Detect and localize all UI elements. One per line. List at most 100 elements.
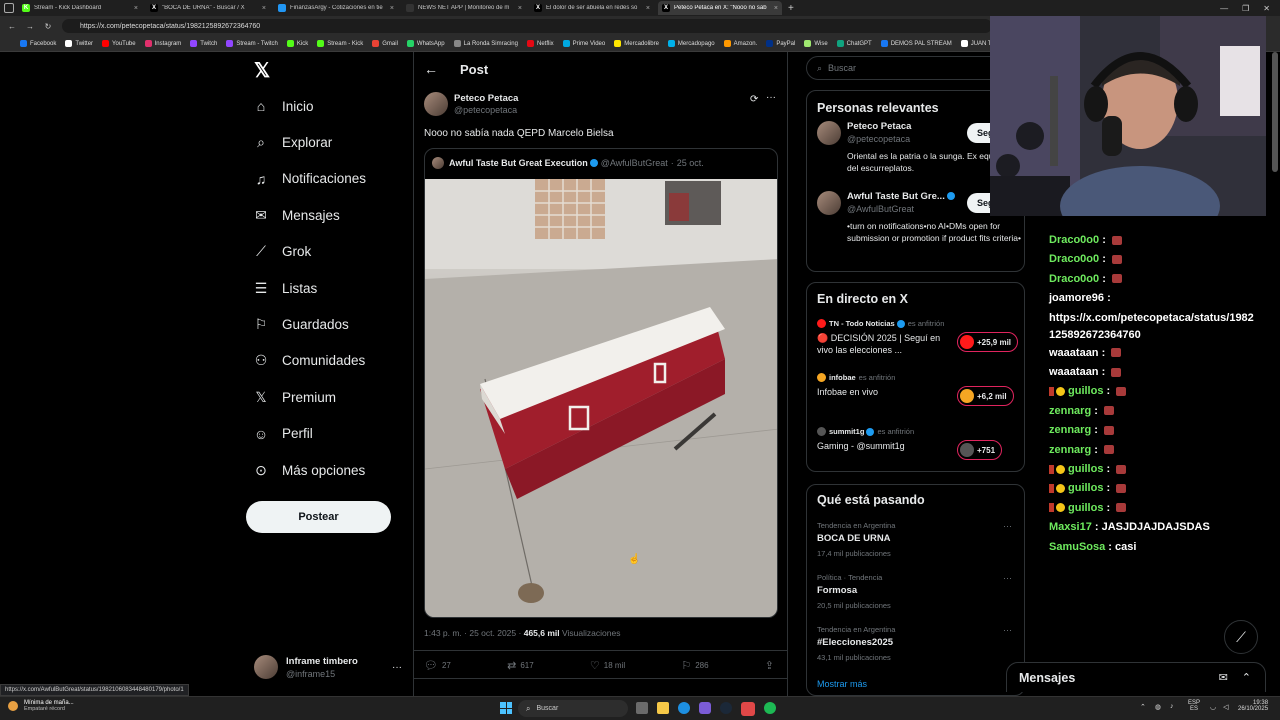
nav-item-premium[interactable]: 𝕏 Premium <box>254 385 336 409</box>
chat-username[interactable]: guillos <box>1068 482 1103 494</box>
back-icon[interactable]: ← <box>6 22 18 31</box>
chat-username[interactable]: waaataan <box>1049 366 1099 378</box>
new-tab-icon[interactable]: + <box>788 3 794 14</box>
more-icon[interactable]: ··· <box>1003 521 1012 531</box>
grok-icon[interactable]: ⟋ <box>1224 620 1258 654</box>
chat-username[interactable]: SamuSosa <box>1049 541 1105 553</box>
post-author[interactable]: Peteco Petaca @petecopetaca <box>424 92 518 116</box>
nav-item-grok[interactable]: ⟋ Grok <box>254 240 311 264</box>
bookmark-item[interactable]: YouTube <box>102 40 136 47</box>
author-avatar[interactable] <box>424 92 448 116</box>
account-switcher[interactable]: Inframe timbero @inframe15 ··· <box>254 652 414 682</box>
back-arrow-icon[interactable]: ← <box>424 61 438 77</box>
nav-item-explorar[interactable]: ⌕ Explorar <box>254 130 332 154</box>
chat-username[interactable]: guillos <box>1068 502 1103 514</box>
nav-item-inicio[interactable]: ⌂ Inicio <box>254 94 314 118</box>
share-button[interactable]: ⇪ <box>765 659 778 672</box>
taskbar-search[interactable]: ⌕ Buscar <box>518 700 628 717</box>
scrollbar[interactable] <box>1272 52 1278 172</box>
file-explorer-icon[interactable] <box>657 702 669 714</box>
messages-drawer[interactable]: Mensajes ✉ ⌃ <box>1006 662 1266 692</box>
task-view-icon[interactable] <box>636 702 648 714</box>
more-icon[interactable]: ··· <box>1003 625 1012 635</box>
bookmark-item[interactable]: Mercadopago <box>667 40 715 47</box>
browser-tab[interactable]: NEWS NET APP | Monitoreo de m × <box>402 1 526 15</box>
grok-icon[interactable]: ⟳ <box>750 94 758 105</box>
live-listener-count[interactable]: +25,9 mil <box>957 332 1019 352</box>
nav-item-mas-opciones[interactable]: ⊙ Más opciones <box>254 458 365 482</box>
reply-button[interactable]: 💬︎ 27 <box>424 659 451 672</box>
chat-username[interactable]: zennarg <box>1049 444 1091 456</box>
discord-icon[interactable] <box>699 702 711 714</box>
live-listener-count[interactable]: +751 <box>957 440 1003 460</box>
weather-widget[interactable]: Mínima de maña... Empataré récord <box>8 700 74 712</box>
author-handle[interactable]: @petecopetaca <box>454 105 518 115</box>
live-listener-count[interactable]: +6,2 mil <box>957 386 1014 406</box>
live-item[interactable]: infobae es anfitrión Infobae en vivo +6,2 m… <box>817 373 1017 419</box>
bookmark-item[interactable]: PayPal <box>766 40 795 47</box>
bookmark-item[interactable]: Twitch <box>190 40 217 47</box>
chat-username[interactable]: joamore96 <box>1049 292 1104 304</box>
chat-username[interactable]: zennarg <box>1049 424 1091 436</box>
bookmark-item[interactable]: La Ronda Simracing <box>453 40 518 47</box>
browser-tab[interactable]: X "BOCA DE URNA" - Buscar / X × <box>146 1 270 15</box>
steam-icon[interactable] <box>720 702 732 714</box>
tab-close-icon[interactable]: × <box>134 5 138 12</box>
bookmark-item[interactable]: Prime Video <box>562 40 605 47</box>
minimize-icon[interactable]: — <box>1220 4 1228 13</box>
author-name[interactable]: Peteco Petaca <box>454 93 518 104</box>
nav-item-comunidades[interactable]: ⚇ Comunidades <box>254 349 366 373</box>
bookmark-item[interactable]: Facebook <box>20 40 56 47</box>
show-more-link[interactable]: Mostrar más <box>817 679 867 689</box>
volume-icon[interactable]: ◁ <box>1223 703 1228 711</box>
bookmark-item[interactable]: Gmail <box>372 40 398 47</box>
network-icon[interactable]: ◍ <box>1155 703 1161 711</box>
bookmark-item[interactable]: Amazon. <box>723 40 757 47</box>
browser-tab[interactable]: K Stream - Kick Dashboard × <box>18 1 142 15</box>
bookmark-item[interactable]: Mercadolibre <box>614 40 659 47</box>
chat-username[interactable]: guillos <box>1068 385 1103 397</box>
bookmark-item[interactable]: WhatsApp <box>406 40 445 47</box>
language-indicator[interactable]: ESP ES <box>1188 700 1200 712</box>
edge-icon[interactable] <box>678 702 690 714</box>
bookmark-item[interactable]: Stream - Kick <box>317 40 363 47</box>
expand-icon[interactable]: ⌃ <box>1242 671 1251 684</box>
more-icon[interactable]: ··· <box>392 662 402 673</box>
forward-icon[interactable]: → <box>24 22 36 31</box>
trend-item[interactable]: Tendencia en Argentina #Elecciones2025 43,… <box>817 625 1017 671</box>
browser-tab[interactable]: X Peteco Petaca en X: "Nooo no sab × <box>658 1 782 15</box>
spotify-icon[interactable] <box>764 702 776 714</box>
bookmark-item[interactable]: Kick <box>286 40 308 47</box>
nav-item-mensajes[interactable]: ✉ Mensajes <box>254 203 340 227</box>
trend-item[interactable]: Política · Tendencia Formosa 20,5 mil publ… <box>817 573 1017 619</box>
windows-start-icon[interactable] <box>500 702 512 714</box>
chat-username[interactable]: guillos <box>1068 463 1103 475</box>
chat-username[interactable]: Draco0o0 <box>1049 234 1099 246</box>
bookmark-item[interactable]: Instagram <box>144 40 181 47</box>
like-button[interactable]: ♡ 18 mil <box>590 659 625 672</box>
nav-item-perfil[interactable]: ☺ Perfil <box>254 422 313 446</box>
x-logo-icon[interactable]: 𝕏 <box>254 58 270 83</box>
chat-username[interactable]: Draco0o0 <box>1049 253 1099 265</box>
nav-item-listas[interactable]: ☰ Listas <box>254 276 318 300</box>
tab-close-icon[interactable]: × <box>262 5 266 12</box>
new-message-icon[interactable]: ✉ <box>1219 671 1228 684</box>
chat-username[interactable]: Maxsi17 <box>1049 521 1092 533</box>
bookmark-item[interactable]: ChatGPT <box>836 40 872 47</box>
obs-icon[interactable] <box>741 702 755 716</box>
trend-item[interactable]: Tendencia en Argentina BOCA DE URNA 17,4 m… <box>817 521 1017 567</box>
chat-username[interactable]: zennarg <box>1049 405 1091 417</box>
url-field[interactable]: https://x.com/petecopetaca/status/198212… <box>62 19 992 33</box>
bookmark-item[interactable]: Stream - Twitch <box>226 40 278 47</box>
live-item[interactable]: summit1g es anfitrión Gaming - @summit1g +7… <box>817 427 1017 473</box>
tab-close-icon[interactable]: × <box>646 5 650 12</box>
post-button[interactable]: Postear <box>246 501 391 533</box>
chat-username[interactable]: Draco0o0 <box>1049 273 1099 285</box>
bookmark-item[interactable]: Netflix <box>526 40 554 47</box>
more-icon[interactable]: ··· <box>1003 573 1012 583</box>
more-icon[interactable]: ··· <box>766 92 776 103</box>
bookmark-item[interactable]: Wise <box>804 40 828 47</box>
close-window-icon[interactable]: ✕ <box>1263 4 1270 13</box>
repost-button[interactable]: ⇄ 617 <box>507 659 534 672</box>
tab-close-icon[interactable]: × <box>518 5 522 12</box>
